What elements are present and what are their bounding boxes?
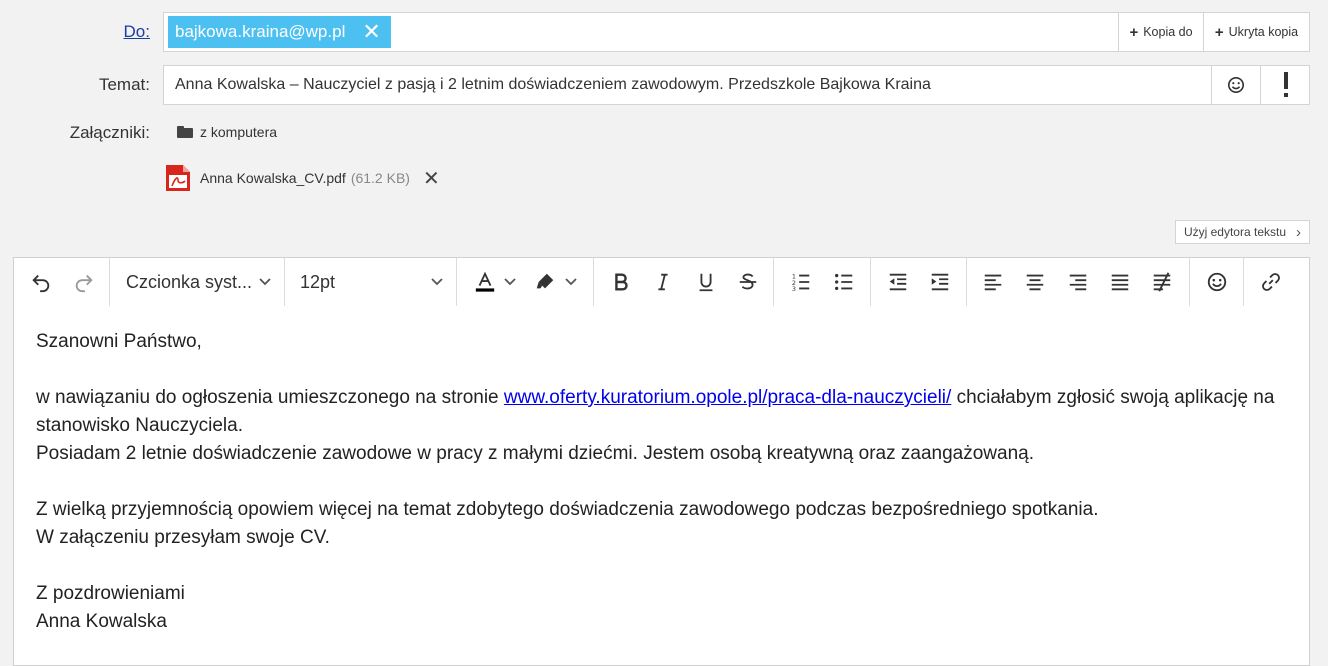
plus-icon: + [1214, 23, 1224, 41]
numbered-list-icon: 1 2 3 [792, 272, 810, 293]
underline-icon [699, 273, 713, 292]
cc-button[interactable]: + Kopia do [1118, 13, 1203, 51]
exclamation-icon [1283, 72, 1288, 97]
strikethrough-icon [739, 273, 757, 290]
chevron-right-icon: › [1296, 223, 1301, 241]
underline-button[interactable] [691, 267, 721, 297]
align-right-icon [1069, 274, 1087, 291]
align-center-icon [1026, 274, 1044, 291]
signature-line: Anna Kowalska [36, 611, 167, 632]
emoji-icon [1227, 76, 1245, 94]
chevron-down-icon [259, 278, 271, 286]
insert-emoji-button[interactable] [1202, 267, 1232, 297]
highlight-icon [536, 273, 554, 289]
to-field[interactable]: bajkowa.kraina@wp.pl ✕ + Kopia do + Ukry… [163, 12, 1310, 52]
subject-emoji-button[interactable] [1211, 66, 1260, 104]
outdent-button[interactable] [883, 267, 913, 297]
link-icon [1262, 273, 1280, 291]
pdf-icon [166, 165, 190, 191]
align-left-icon [984, 274, 1002, 291]
text-color-button[interactable] [470, 267, 500, 297]
subject-input[interactable]: Anna Kowalska – Nauczyciel z pasją i 2 l… [175, 76, 931, 94]
bcc-button-label: Ukryta kopia [1228, 25, 1299, 39]
plus-icon: + [1129, 23, 1139, 41]
strikethrough-button[interactable] [733, 267, 763, 297]
chevron-down-icon [565, 278, 577, 286]
bcc-button[interactable]: + Ukryta kopia [1203, 13, 1309, 51]
use-text-editor-button[interactable]: Użyj edytora tekstu › [1174, 220, 1310, 244]
attachment-name[interactable]: Anna Kowalska_CV.pdf [200, 170, 346, 186]
body-paragraph-1: w nawiązaniu do ogłoszenia umieszczonego… [36, 384, 1286, 440]
priority-button[interactable] [1260, 66, 1310, 104]
recipient-chip[interactable]: bajkowa.kraina@wp.pl ✕ [168, 16, 391, 48]
clear-format-icon [1153, 272, 1171, 292]
subject-label: Temat: [98, 75, 150, 94]
attach-from-computer-label: z komputera [200, 124, 278, 140]
justify-button[interactable] [1105, 267, 1135, 297]
para1-text-before: w nawiązaniu do ogłoszenia umieszczonego… [36, 387, 504, 408]
chevron-down-icon [431, 278, 443, 286]
indent-icon [931, 273, 949, 291]
attach-from-computer-button[interactable]: z komputera [177, 124, 277, 140]
folder-icon [177, 126, 193, 138]
body-paragraph-3: Z wielką przyjemnością opowiem więcej na… [36, 499, 1099, 520]
bold-button[interactable] [606, 267, 636, 297]
remove-recipient-icon[interactable]: ✕ [362, 21, 380, 43]
redo-button[interactable] [69, 267, 99, 297]
subject-field[interactable]: Anna Kowalska – Nauczyciel z pasją i 2 l… [163, 65, 1310, 105]
bold-icon [615, 273, 628, 291]
numbered-list-button[interactable]: 1 2 3 [786, 267, 816, 297]
bullet-list-button[interactable] [829, 267, 859, 297]
body-paragraph-4: W załączeniu przesyłam swoje CV. [36, 527, 330, 548]
closing-line: Z pozdrowieniami [36, 583, 185, 604]
italic-icon [658, 273, 668, 291]
insert-link-button[interactable] [1256, 267, 1286, 297]
outdent-icon [889, 273, 907, 291]
use-text-editor-label: Użyj edytora tekstu [1183, 225, 1286, 239]
attachment-size: (61.2 KB) [350, 170, 410, 186]
align-right-button[interactable] [1063, 267, 1093, 297]
redo-icon [75, 274, 93, 293]
body-paragraph-2: Posiadam 2 letnie doświadczenie zawodowe… [36, 443, 1034, 464]
font-family-select[interactable]: Czcionka syst... [126, 258, 272, 306]
editor-toolbar: Czcionka syst... 12pt 1 2 3 [13, 257, 1310, 307]
message-body-text[interactable]: Szanowni Państwo, w nawiązaniu do ogłosz… [36, 328, 1286, 636]
highlight-button[interactable] [530, 267, 560, 297]
font-family-value: Czcionka syst... [126, 271, 253, 292]
font-size-select[interactable]: 12pt [300, 258, 444, 306]
to-label[interactable]: Do: [124, 22, 150, 42]
attachments-label: Załączniki: [69, 123, 150, 142]
remove-attachment-icon[interactable]: ✕ [423, 166, 440, 191]
bullet-list-icon [835, 273, 853, 291]
font-size-value: 12pt [300, 271, 336, 292]
clear-format-button[interactable] [1147, 267, 1177, 297]
recipient-email: bajkowa.kraina@wp.pl [175, 22, 346, 41]
greeting-line: Szanowni Państwo, [36, 331, 202, 352]
message-body-editor[interactable]: Szanowni Państwo, w nawiązaniu do ogłosz… [13, 306, 1310, 666]
align-center-button[interactable] [1020, 267, 1050, 297]
highlight-dropdown[interactable] [562, 267, 580, 297]
undo-icon [32, 274, 50, 293]
svg-text:3: 3 [792, 285, 796, 293]
text-color-icon [475, 271, 495, 292]
text-color-dropdown[interactable] [501, 267, 519, 297]
chevron-down-icon [504, 278, 516, 286]
align-left-button[interactable] [978, 267, 1008, 297]
cc-button-label: Kopia do [1143, 25, 1193, 39]
attachment-item[interactable]: Anna Kowalska_CV.pdf (61.2 KB) ✕ [165, 164, 440, 192]
italic-button[interactable] [648, 267, 678, 297]
indent-button[interactable] [925, 267, 955, 297]
job-offer-link[interactable]: www.oferty.kuratorium.opole.pl/praca-dla… [504, 387, 951, 408]
emoji-icon [1207, 272, 1227, 292]
justify-icon [1111, 274, 1129, 291]
undo-button[interactable] [26, 267, 56, 297]
